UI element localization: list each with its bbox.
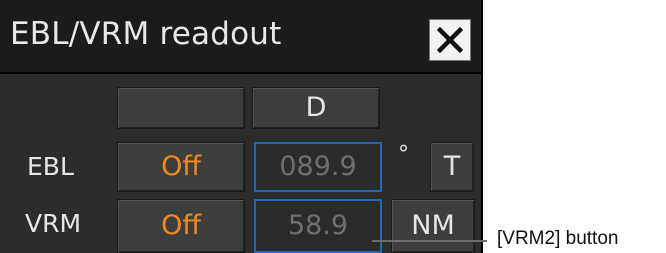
close-button[interactable] xyxy=(429,19,471,61)
callout-label: [VRM2] button xyxy=(497,228,619,249)
ebl-off-button[interactable]: Off xyxy=(117,142,245,192)
ebl-value-field[interactable]: 089.9 xyxy=(254,142,382,192)
close-icon xyxy=(437,27,463,53)
degree-symbol: ° xyxy=(398,142,409,167)
window-title: EBL/VRM readout xyxy=(10,16,282,52)
blank-header-button[interactable] xyxy=(117,87,245,129)
vrm-row-label: VRM xyxy=(25,209,82,238)
title-bar: EBL/VRM readout xyxy=(0,0,481,72)
vrm-d-button[interactable]: D xyxy=(252,87,380,129)
vrm-value-field[interactable]: 58.9 xyxy=(254,199,382,253)
vrm2-unit-button[interactable]: NM xyxy=(391,199,475,253)
ebl-row-label: EBL xyxy=(27,152,74,181)
callout-leader-line xyxy=(372,240,487,242)
ebl-true-button[interactable]: T xyxy=(430,142,474,192)
title-separator xyxy=(0,72,481,74)
ebl-vrm-readout-panel: EBL/VRM readout D EBL Off 089.9 ° T VRM … xyxy=(0,0,483,253)
vrm-off-button[interactable]: Off xyxy=(117,199,245,253)
